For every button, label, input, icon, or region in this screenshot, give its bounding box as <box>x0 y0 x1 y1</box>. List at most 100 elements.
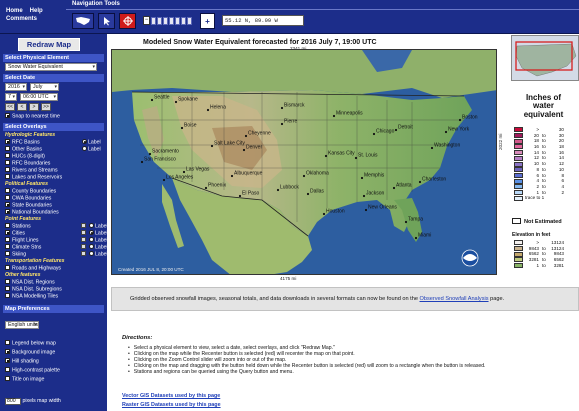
city-label: Dallas <box>310 189 324 195</box>
label-radio[interactable] <box>89 230 94 235</box>
observed-snowfall-link[interactable]: Observed Snowfall Analysis <box>420 296 489 302</box>
overlay-group-title: Point Features <box>5 216 42 222</box>
city-marker <box>140 160 144 164</box>
city-label: Oklahoma <box>306 171 329 177</box>
city-label: Salt Lake City <box>214 141 245 147</box>
zoom-step[interactable] <box>157 16 162 25</box>
preference-row: Background image <box>5 349 55 356</box>
label-radio[interactable] <box>82 146 87 151</box>
physical-element-select[interactable]: Snow Water Equivalent <box>5 63 97 71</box>
overlay-checkbox[interactable] <box>5 195 10 200</box>
city-label: Phoenix <box>208 183 227 189</box>
us-map-button[interactable] <box>72 13 94 29</box>
overlay-checkbox[interactable] <box>5 160 10 165</box>
not-estimated-label: Not Estimated <box>524 219 562 225</box>
overlay-checkbox[interactable] <box>5 139 10 144</box>
overlay-checkbox[interactable] <box>5 167 10 172</box>
date-prev-button[interactable]: < <box>17 103 27 111</box>
info-text: Gridded observed snowfall images, season… <box>130 296 418 302</box>
elevation-legend-title: Elevation in feet <box>512 232 551 238</box>
overlay-checkbox[interactable] <box>5 174 10 179</box>
city-label: Memphis <box>364 173 385 179</box>
preference-row: Legend below map <box>5 340 56 347</box>
zoom-step[interactable] <box>169 16 174 25</box>
zoom-step[interactable] <box>181 16 186 25</box>
overlay-checkbox[interactable] <box>5 251 10 256</box>
directions-title: Directions: <box>122 335 153 341</box>
zoom-step[interactable] <box>187 16 192 25</box>
overlay-checkbox[interactable] <box>5 279 10 284</box>
time-select[interactable]: 06:00 UTC <box>20 93 58 101</box>
zoom-out-icon[interactable]: − <box>143 16 150 25</box>
label-radio[interactable] <box>89 251 94 256</box>
overlay-label: RFC Boundaries <box>12 160 51 167</box>
month-select[interactable]: July <box>30 83 59 91</box>
overlay-checkbox[interactable] <box>5 188 10 193</box>
date-next-button[interactable]: > <box>29 103 39 111</box>
overlay-checkbox[interactable] <box>5 146 10 151</box>
swe-legend-swatch <box>514 155 523 161</box>
physical-element-header: Select Physical Element <box>3 54 104 62</box>
preference-checkbox[interactable] <box>5 349 10 354</box>
noaa-logo-icon <box>461 249 479 267</box>
comments-link[interactable]: Comments <box>6 16 37 22</box>
redraw-map-button[interactable]: Redraw Map <box>18 38 80 51</box>
city-marker <box>174 100 178 104</box>
help-link[interactable]: Help <box>30 8 43 14</box>
info-box: Gridded observed snowfall images, season… <box>111 287 579 311</box>
overlay-checkbox[interactable] <box>5 230 10 235</box>
map-title: Modeled Snow Water Equivalent forecasted… <box>143 39 377 46</box>
zoom-step[interactable] <box>175 16 180 25</box>
overlay-label: CWA Boundaries <box>12 195 52 202</box>
overlays-header: Select Overlays <box>3 123 104 131</box>
snow-map[interactable]: Seattle Spokane Helena Boise Salt Lake City S… <box>111 49 497 275</box>
label-radio[interactable] <box>89 223 94 228</box>
label-radio[interactable] <box>89 244 94 249</box>
snap-label: Snap to nearest time <box>12 113 60 120</box>
overlay-checkbox[interactable] <box>5 237 10 242</box>
overlay-group-title: Political Features <box>5 181 48 187</box>
overlay-checkbox[interactable] <box>5 153 10 158</box>
overlay-checkbox[interactable] <box>5 209 10 214</box>
home-link[interactable]: Home <box>6 8 23 14</box>
preference-checkbox[interactable] <box>5 376 10 381</box>
zoom-step[interactable] <box>163 16 168 25</box>
overlay-checkbox[interactable] <box>5 244 10 249</box>
overlay-checkbox[interactable] <box>5 293 10 298</box>
label-text: Label <box>95 244 108 251</box>
zoom-step[interactable] <box>151 16 156 25</box>
units-select[interactable]: English units <box>5 321 39 329</box>
preference-checkbox[interactable] <box>5 367 10 372</box>
query-button[interactable] <box>98 13 115 29</box>
city-marker <box>332 114 336 118</box>
overlay-row: Cities Label <box>5 230 108 237</box>
city-label: New Orleans <box>368 205 397 211</box>
overview-inset-map[interactable] <box>511 35 579 81</box>
overlay-checkbox[interactable] <box>5 202 10 207</box>
overlay-checkbox[interactable] <box>5 265 10 270</box>
label-radio[interactable] <box>89 237 94 242</box>
overlay-label: Climate Stns <box>12 244 42 251</box>
map-width-input[interactable]: 800 <box>5 398 21 405</box>
raster-gis-link[interactable]: Raster GIS Datasets used by this page <box>122 402 221 408</box>
navigation-tools-title: Navigation Tools <box>72 1 120 7</box>
overlay-row: NSA Dist. Regions <box>5 279 55 286</box>
zoom-slider[interactable]: − <box>143 14 197 27</box>
vector-gis-link[interactable]: Vector GIS Datasets used by this page <box>122 393 220 399</box>
day-select[interactable]: 7 <box>5 93 17 101</box>
snap-checkbox[interactable] <box>5 113 10 118</box>
preference-checkbox[interactable] <box>5 340 10 345</box>
date-first-button[interactable]: << <box>5 103 15 111</box>
overlay-checkbox[interactable] <box>5 223 10 228</box>
zoom-in-button[interactable]: + <box>200 13 215 29</box>
city-marker <box>280 106 284 110</box>
label-radio[interactable] <box>82 139 87 144</box>
overlay-checkbox[interactable] <box>5 286 10 291</box>
recenter-button[interactable] <box>119 13 136 29</box>
preference-checkbox[interactable] <box>5 358 10 363</box>
date-last-button[interactable]: >> <box>41 103 51 111</box>
year-select[interactable]: 2016 <box>5 83 27 91</box>
overlay-row: State Boundaries <box>5 202 52 209</box>
overlay-label: NSA Modelling Tiles <box>12 293 59 300</box>
city-marker <box>206 108 210 112</box>
